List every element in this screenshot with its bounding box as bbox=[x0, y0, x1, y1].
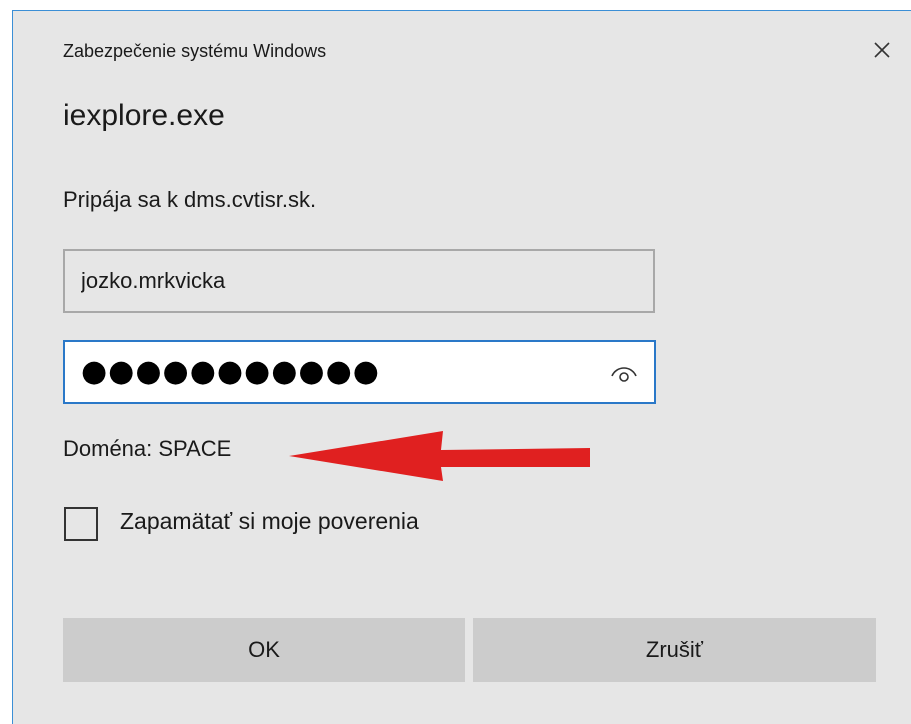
remember-credentials-label[interactable]: Zapamätať si moje poverenia bbox=[120, 508, 419, 535]
cancel-button[interactable]: Zrušiť bbox=[473, 618, 876, 682]
connecting-text: Pripája sa k dms.cvtisr.sk. bbox=[63, 187, 317, 212]
remember-credentials-checkbox[interactable] bbox=[64, 507, 98, 541]
red-arrow-icon bbox=[289, 431, 590, 481]
password-masked-value: ●●●●●●●●●●● bbox=[81, 354, 380, 389]
app-name: iexplore.exe bbox=[63, 99, 225, 132]
username-field[interactable] bbox=[63, 249, 655, 313]
close-button[interactable] bbox=[865, 33, 899, 67]
ok-button[interactable]: OK bbox=[63, 618, 465, 682]
password-field[interactable]: ●●●●●●●●●●● bbox=[63, 340, 656, 404]
eye-icon bbox=[611, 367, 637, 382]
credentials-dialog: Zabezpečenie systému Windows iexplore.ex… bbox=[12, 10, 911, 724]
reveal-password-button[interactable] bbox=[607, 356, 641, 388]
close-icon bbox=[874, 42, 890, 58]
window-title: Zabezpečenie systému Windows bbox=[63, 41, 327, 61]
domain-label: Doména: SPACE bbox=[63, 436, 232, 461]
